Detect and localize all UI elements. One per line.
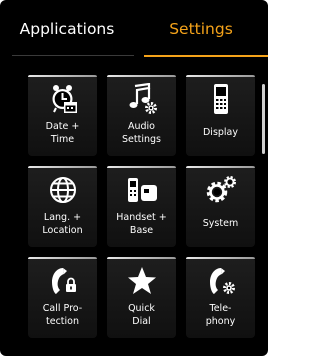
tile-system[interactable]: System <box>186 166 255 247</box>
tab-applications[interactable]: Applications <box>0 0 134 58</box>
tile-label: Quick Dial <box>128 303 155 327</box>
phone-lock-icon <box>47 265 79 297</box>
tile-audio-settings[interactable]: Audio Settings <box>107 75 176 156</box>
tile-label: Display <box>202 127 239 138</box>
tile-label: Date + Time <box>45 121 80 145</box>
tile-label: Audio Settings <box>122 121 161 145</box>
tile-label: System <box>202 218 239 229</box>
tile-display[interactable]: Display <box>186 75 255 156</box>
alarm-clock-calendar-icon <box>47 83 79 115</box>
handset-base-icon <box>126 174 158 206</box>
tile-label: Handset + Base <box>116 212 167 236</box>
tile-label: Lang. + Location <box>42 212 83 236</box>
mobile-phone-icon <box>205 83 237 115</box>
tab-divider <box>12 55 134 56</box>
tile-quick-dial[interactable]: Quick Dial <box>107 257 176 338</box>
phone-gear-icon <box>205 265 237 297</box>
music-note-gear-icon <box>126 83 158 115</box>
tile-call-protection[interactable]: Call Pro- tection <box>28 257 97 338</box>
tile-date-time[interactable]: Date + Time <box>28 75 97 156</box>
star-icon <box>126 265 158 297</box>
settings-screen: Applications Settings Date + Time Audio … <box>0 0 268 356</box>
tab-settings-active-indicator <box>144 55 268 57</box>
tile-telephony[interactable]: Tele- phony <box>186 257 255 338</box>
tab-settings[interactable]: Settings <box>134 0 268 58</box>
tile-label: Call Pro- tection <box>42 303 83 327</box>
tile-label: Tele- phony <box>205 303 236 327</box>
tile-language-location[interactable]: Lang. + Location <box>28 166 97 247</box>
scrollbar[interactable] <box>262 84 265 154</box>
tab-bar: Applications Settings <box>0 0 268 58</box>
gears-icon <box>205 174 237 206</box>
globe-icon <box>47 174 79 206</box>
tile-handset-base[interactable]: Handset + Base <box>107 166 176 247</box>
